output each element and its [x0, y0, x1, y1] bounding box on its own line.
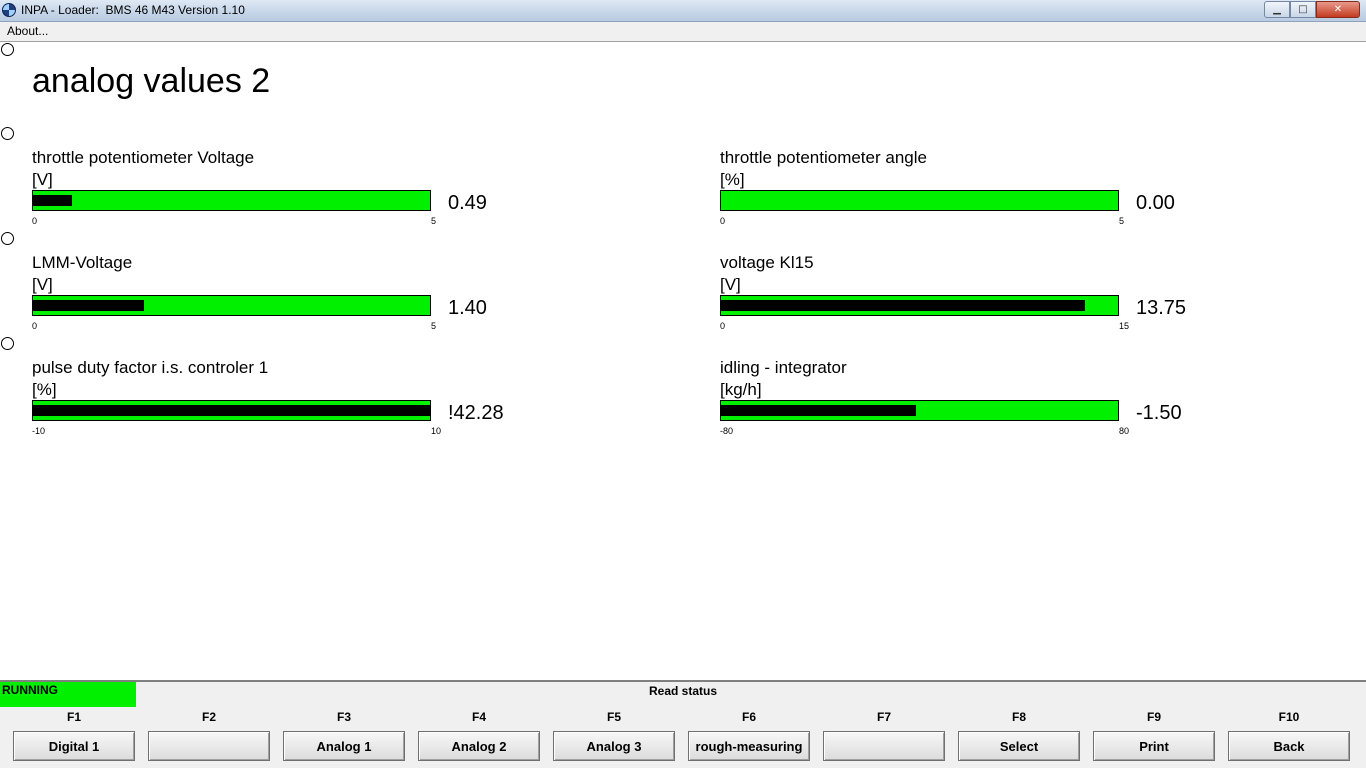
radio-button[interactable]: [1, 337, 14, 350]
gauge-bar: [32, 295, 431, 316]
gauge-min: 0: [32, 216, 38, 226]
fkey-label-f1: F1: [66, 710, 81, 724]
gauge-fill: [721, 405, 916, 416]
f3-analog-1-button[interactable]: Analog 1: [283, 731, 405, 761]
gauge-label: pulse duty factor i.s. controler 1: [32, 358, 269, 377]
f7-button[interactable]: [823, 731, 945, 761]
fkey-label-f10: F10: [1278, 710, 1300, 724]
gauge-label: idling - integrator: [720, 358, 847, 377]
gauge-unit: [V]: [720, 275, 741, 294]
radio-button[interactable]: [1, 43, 14, 56]
gauge-unit: [kg/h]: [720, 380, 762, 399]
gauge-max: 15: [1119, 321, 1130, 331]
gauge-max: 80: [1119, 426, 1130, 436]
gauge-voltage-kl15: voltage Kl15 [V] 0 15 13.75: [720, 253, 1240, 348]
gauge-lmm-voltage: LMM-Voltage [V] 0 5 1.40: [32, 253, 552, 348]
window-title: INPA - Loader: BMS 46 M43 Version 1.10: [21, 3, 245, 17]
fkey-label-f3: F3: [336, 710, 351, 724]
gauge-value: 1.40: [448, 297, 487, 319]
gauge-label: throttle potentiometer Voltage: [32, 148, 255, 167]
gauge-pulse-duty-factor: pulse duty factor i.s. controler 1 [%] -…: [32, 358, 552, 453]
function-key-panel: RUNNING Read status F1 F2 F3 F4 F5 F6 F7…: [0, 680, 1366, 768]
main-content: analog values 2 throttle potentiometer V…: [0, 42, 1366, 680]
gauge-fill: [33, 405, 430, 416]
gauge-label: throttle potentiometer angle: [720, 148, 927, 167]
radio-button[interactable]: [1, 127, 14, 140]
gauge-unit: [%]: [720, 170, 745, 189]
f6-rough-measuring-button[interactable]: rough-measuring: [688, 731, 810, 761]
gauge-value: 0.00: [1136, 192, 1175, 214]
menubar: About...: [0, 22, 1366, 42]
gauge-max: 5: [431, 321, 437, 331]
gauge-bar: [720, 190, 1119, 211]
menu-item-about[interactable]: About...: [7, 24, 48, 38]
gauge-throttle-angle: throttle potentiometer angle [%] 0 5 0.0…: [720, 148, 1240, 243]
gauge-label: voltage Kl15: [720, 253, 814, 272]
fkey-label-f7: F7: [876, 710, 891, 724]
gauge-value: 13.75: [1136, 297, 1187, 319]
f2-button[interactable]: [148, 731, 270, 761]
f9-print-button[interactable]: Print: [1093, 731, 1215, 761]
maximize-button[interactable]: □: [1290, 1, 1316, 18]
gauge-bar: [720, 295, 1119, 316]
window-titlebar: INPA - Loader: BMS 46 M43 Version 1.10 ▁…: [0, 0, 1366, 22]
bmw-logo-icon: [2, 3, 16, 17]
gauge-min: -80: [720, 426, 734, 436]
gauge-value: -1.50: [1136, 402, 1182, 424]
gauge-throttle-voltage: throttle potentiometer Voltage [V] 0 5 0…: [32, 148, 552, 243]
window-controls: ▁ □ ✕: [1264, 1, 1360, 19]
gauge-label: LMM-Voltage: [32, 253, 133, 272]
f8-select-button[interactable]: Select: [958, 731, 1080, 761]
gauge-max: 5: [1119, 216, 1125, 226]
gauge-min: -10: [32, 426, 46, 436]
gauge-unit: [V]: [32, 170, 53, 189]
fkey-label-f2: F2: [201, 710, 216, 724]
status-text: Read status: [648, 684, 718, 698]
fkey-label-f9: F9: [1146, 710, 1161, 724]
f10-back-button[interactable]: Back: [1228, 731, 1350, 761]
gauge-fill: [33, 300, 144, 311]
gauge-fill: [33, 195, 72, 206]
gauge-bar: [32, 190, 431, 211]
fkey-label-f5: F5: [606, 710, 621, 724]
gauge-bar: [720, 400, 1119, 421]
page-title: analog values 2: [32, 62, 271, 100]
gauge-min: 0: [720, 216, 726, 226]
f4-analog-2-button[interactable]: Analog 2: [418, 731, 540, 761]
minimize-button[interactable]: ▁: [1264, 1, 1290, 18]
gauge-fill: [721, 300, 1085, 311]
gauge-max: 5: [431, 216, 437, 226]
radio-button[interactable]: [1, 232, 14, 245]
f1-digital-1-button[interactable]: Digital 1: [13, 731, 135, 761]
gauge-min: 0: [720, 321, 726, 331]
gauge-value: 0.49: [448, 192, 487, 214]
f5-analog-3-button[interactable]: Analog 3: [553, 731, 675, 761]
fkey-label-f6: F6: [741, 710, 756, 724]
gauge-min: 0: [32, 321, 38, 331]
gauge-bar: [32, 400, 431, 421]
close-button[interactable]: ✕: [1316, 1, 1360, 18]
gauge-max: 10: [431, 426, 442, 436]
fkey-label-f8: F8: [1011, 710, 1026, 724]
gauge-value: !42.28: [448, 402, 504, 424]
gauge-unit: [%]: [32, 380, 57, 399]
gauge-idling-integrator: idling - integrator [kg/h] -80 80 -1.50: [720, 358, 1240, 453]
gauge-unit: [V]: [32, 275, 53, 294]
fkey-label-f4: F4: [471, 710, 486, 724]
